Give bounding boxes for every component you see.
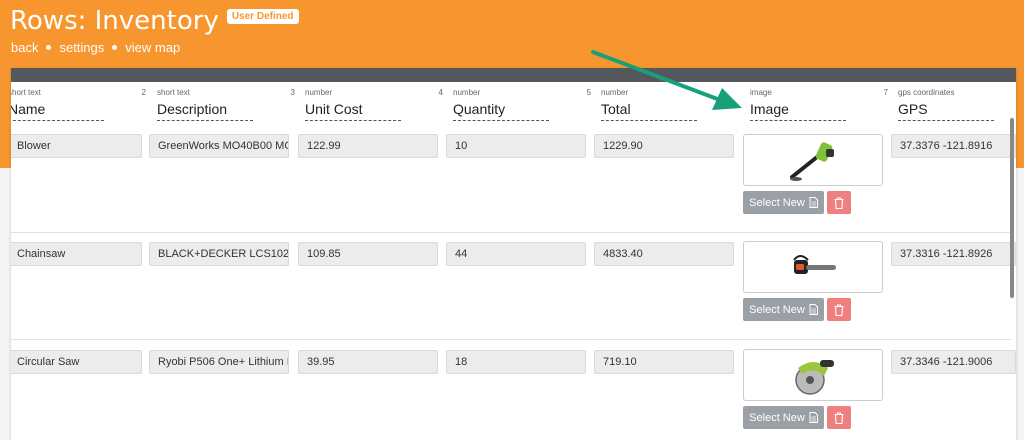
- arrow-shaft: [591, 50, 722, 102]
- annotation-arrow: [591, 50, 742, 110]
